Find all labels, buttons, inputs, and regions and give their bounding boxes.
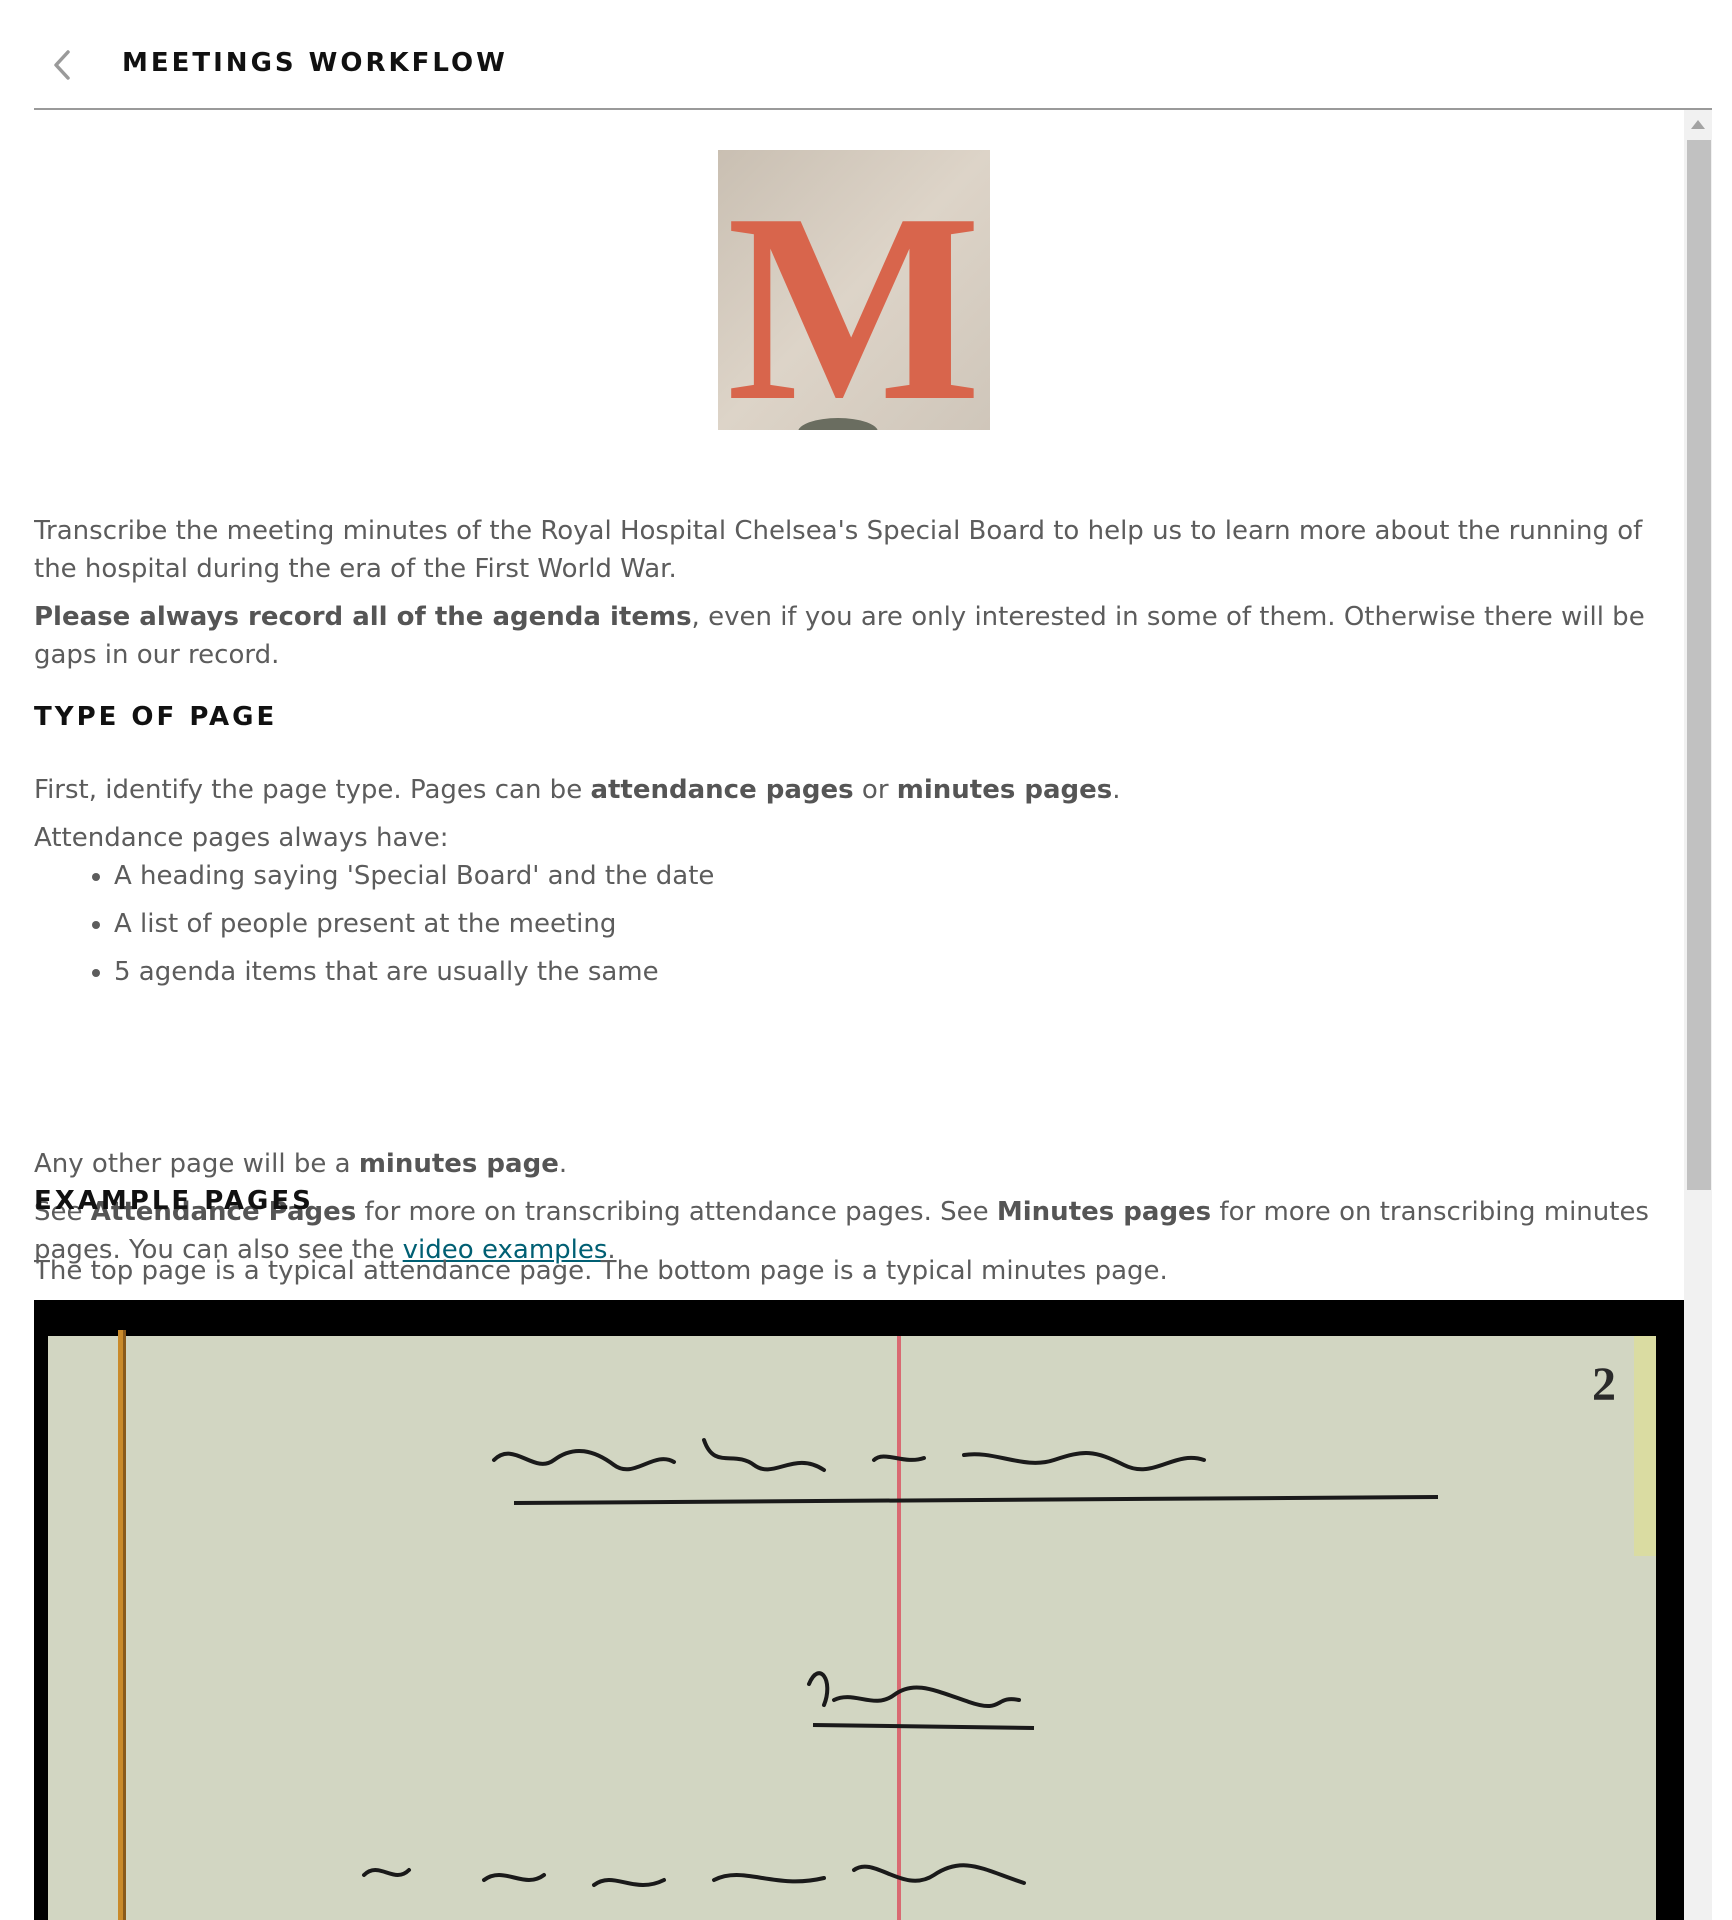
content-scroll-area[interactable]: M Transcribe the meeting minutes of the … [34, 110, 1712, 1920]
back-button[interactable] [42, 36, 82, 94]
list-item: 5 agenda items that are usually the same [114, 953, 714, 1001]
logo-letter: M [727, 158, 982, 430]
logo-image: M [718, 150, 990, 457]
scrollbar-thumb[interactable] [1687, 140, 1711, 1190]
intro-note: Please always record all of the agenda i… [34, 602, 1645, 670]
attendance-intro: Attendance pages always have: [34, 823, 449, 853]
example-pages-paragraph: The top page is a typical attendance pag… [34, 1256, 1168, 1286]
example-attendance-page-image: 2 [34, 1300, 1684, 1920]
example-pages-heading: EXAMPLE PAGES [34, 1186, 314, 1216]
attendance-features-list: A heading saying 'Special Board' and the… [94, 857, 714, 1001]
intro-paragraph: Transcribe the meeting minutes of the Ro… [34, 516, 1643, 584]
page-title: MEETINGS WORKFLOW [122, 48, 508, 78]
vertical-scrollbar[interactable] [1684, 110, 1712, 1920]
type-of-page-heading: TYPE OF PAGE [34, 702, 278, 732]
chevron-left-icon [54, 50, 70, 80]
page-number: 2 [1592, 1358, 1616, 1411]
list-item: A heading saying 'Special Board' and the… [114, 857, 714, 905]
scroll-up-arrow-icon[interactable] [1691, 120, 1705, 129]
list-item: A list of people present at the meeting [114, 905, 714, 953]
page-type-paragraph: First, identify the page type. Pages can… [34, 775, 1121, 805]
header-bar: MEETINGS WORKFLOW [34, 0, 1712, 110]
minutes-page-paragraph: Any other page will be a minutes page. [34, 1149, 568, 1179]
